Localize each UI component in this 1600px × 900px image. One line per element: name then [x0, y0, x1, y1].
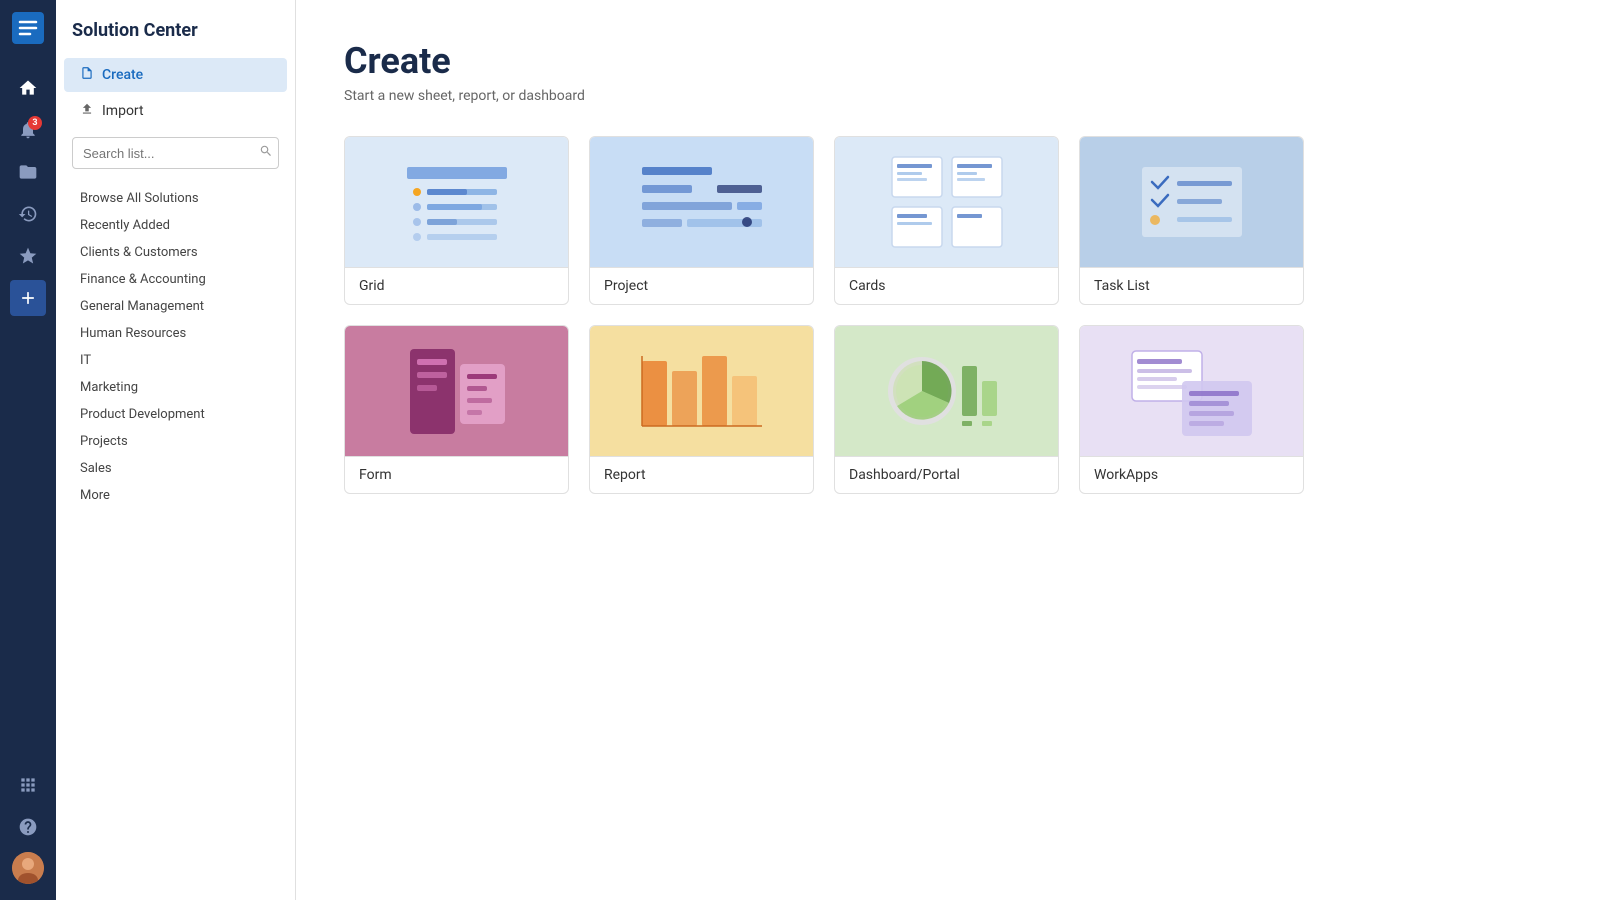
search-input[interactable] — [83, 146, 259, 161]
sidebar-item-finance[interactable]: Finance & Accounting — [56, 266, 295, 293]
main-content: Create Start a new sheet, report, or das… — [296, 0, 1600, 900]
sidebar-item-marketing[interactable]: Marketing — [56, 374, 295, 401]
home-icon[interactable] — [10, 70, 46, 106]
card-image-cards — [835, 137, 1058, 267]
sidebar-item-hr[interactable]: Human Resources — [56, 320, 295, 347]
card-report[interactable]: Report — [589, 325, 814, 494]
sidebar: Solution Center Create Import Browse All… — [56, 0, 296, 900]
categories-list: Browse All SolutionsRecently AddedClient… — [56, 185, 295, 509]
card-tasklist[interactable]: Task List — [1079, 136, 1304, 305]
sidebar-item-product[interactable]: Product Development — [56, 401, 295, 428]
page-subtitle: Start a new sheet, report, or dashboard — [344, 88, 1552, 104]
sidebar-import-label: Import — [102, 103, 144, 119]
card-label-dashboard: Dashboard/Portal — [835, 456, 1058, 493]
card-form[interactable]: Form — [344, 325, 569, 494]
card-grid[interactable]: Grid — [344, 136, 569, 305]
sidebar-item-clients[interactable]: Clients & Customers — [56, 239, 295, 266]
card-image-form — [345, 326, 568, 456]
sidebar-item-import[interactable]: Import — [64, 94, 287, 128]
card-image-report — [590, 326, 813, 456]
sidebar-item-it[interactable]: IT — [56, 347, 295, 374]
card-label-form: Form — [345, 456, 568, 493]
apps-icon[interactable] — [10, 767, 46, 803]
card-dashboard[interactable]: Dashboard/Portal — [834, 325, 1059, 494]
card-label-tasklist: Task List — [1080, 267, 1303, 304]
search-box — [72, 137, 279, 169]
card-image-dashboard — [835, 326, 1058, 456]
notifications-icon[interactable]: 3 — [10, 112, 46, 148]
favorites-icon[interactable] — [10, 238, 46, 274]
sidebar-create-label: Create — [102, 67, 143, 83]
card-project[interactable]: Project — [589, 136, 814, 305]
sidebar-item-recently-added[interactable]: Recently Added — [56, 212, 295, 239]
sidebar-title: Solution Center — [56, 20, 295, 57]
card-image-project — [590, 137, 813, 267]
notification-badge: 3 — [28, 116, 42, 130]
card-cards[interactable]: Cards — [834, 136, 1059, 305]
sidebar-item-browse[interactable]: Browse All Solutions — [56, 185, 295, 212]
help-icon[interactable] — [10, 809, 46, 845]
sidebar-item-more[interactable]: More — [56, 482, 295, 509]
card-label-project: Project — [590, 267, 813, 304]
search-icon[interactable] — [259, 144, 273, 162]
app-logo[interactable] — [12, 12, 44, 47]
user-avatar[interactable] — [12, 852, 44, 884]
cards-grid: Grid Project Cards Task List — [344, 136, 1304, 494]
sidebar-item-create[interactable]: Create — [64, 58, 287, 92]
card-image-tasklist — [1080, 137, 1303, 267]
import-icon — [80, 102, 94, 120]
history-icon[interactable] — [10, 196, 46, 232]
card-label-grid: Grid — [345, 267, 568, 304]
card-label-report: Report — [590, 456, 813, 493]
card-image-grid — [345, 137, 568, 267]
add-icon[interactable] — [10, 280, 46, 316]
nav-bar: 3 — [0, 0, 56, 900]
card-label-workapps: WorkApps — [1080, 456, 1303, 493]
create-icon — [80, 66, 94, 84]
folder-icon[interactable] — [10, 154, 46, 190]
sidebar-item-projects[interactable]: Projects — [56, 428, 295, 455]
sidebar-item-general[interactable]: General Management — [56, 293, 295, 320]
search-container — [56, 129, 295, 185]
sidebar-item-sales[interactable]: Sales — [56, 455, 295, 482]
card-image-workapps — [1080, 326, 1303, 456]
card-label-cards: Cards — [835, 267, 1058, 304]
page-title: Create — [344, 40, 1552, 82]
card-workapps[interactable]: WorkApps — [1079, 325, 1304, 494]
